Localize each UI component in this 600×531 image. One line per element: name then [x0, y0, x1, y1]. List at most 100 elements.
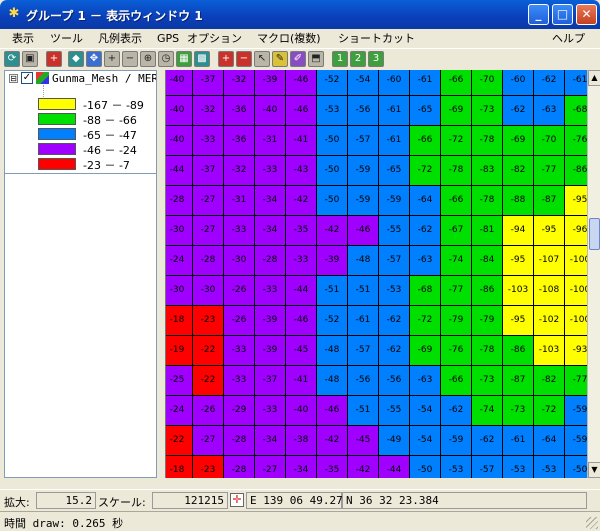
mesh-cell[interactable]: -32 [224, 70, 255, 96]
mesh-cell[interactable]: -66 [410, 126, 441, 156]
mesh-cell[interactable]: -53 [379, 276, 410, 306]
mesh-cell[interactable]: -59 [379, 186, 410, 216]
mesh-cell[interactable]: -73 [472, 96, 503, 126]
frame-icon[interactable]: ▣ [22, 51, 38, 67]
scroll-up-icon[interactable]: ▲ [588, 70, 600, 86]
zoom-full-icon[interactable]: ⊕ [140, 51, 156, 67]
mesh-cell[interactable]: -22 [166, 426, 193, 456]
mesh-cell[interactable]: -59 [565, 426, 587, 456]
menu-options[interactable]: オプション [187, 31, 242, 47]
mesh-cell[interactable]: -79 [441, 306, 472, 336]
mesh-cell[interactable]: -33 [255, 156, 286, 186]
mesh-cell[interactable]: -19 [166, 336, 193, 366]
mesh-cell[interactable]: -95 [565, 186, 587, 216]
mesh-cell[interactable]: -34 [255, 216, 286, 246]
mesh-cell[interactable]: -62 [441, 396, 472, 426]
minimize-button[interactable]: _ [528, 4, 549, 25]
mesh-cell[interactable]: -72 [410, 306, 441, 336]
mesh-cell[interactable]: -33 [224, 336, 255, 366]
mesh-cell[interactable]: -32 [193, 96, 224, 126]
macro-2-icon[interactable]: 2 [350, 51, 366, 67]
mesh-cell[interactable]: -50 [565, 456, 587, 478]
mesh-cell[interactable]: -35 [317, 456, 348, 478]
mesh-cell[interactable]: -95 [503, 306, 534, 336]
mesh-cell[interactable]: -82 [534, 366, 565, 396]
mesh-cell[interactable]: -107 [534, 246, 565, 276]
mesh-cell[interactable]: -70 [534, 126, 565, 156]
mesh-cell[interactable]: -44 [286, 276, 317, 306]
mesh-cell[interactable]: -73 [472, 366, 503, 396]
mesh-cell[interactable]: -65 [410, 96, 441, 126]
map-view[interactable]: -40 -37 -32 -39 -46 -52 -54 -60 -61 -66 -70 -60 -62-… [165, 70, 587, 478]
scale-value[interactable]: 121215 [152, 492, 228, 509]
refresh-icon[interactable]: ⟳ [4, 51, 20, 67]
mesh-cell[interactable]: -42 [317, 216, 348, 246]
vertical-scrollbar[interactable]: ▲ ▼ [587, 70, 600, 478]
mesh-cell[interactable]: -34 [255, 426, 286, 456]
mesh-cell[interactable]: -30 [224, 246, 255, 276]
mesh-cell[interactable]: -50 [317, 126, 348, 156]
menu-gps[interactable]: GPS [157, 31, 179, 47]
mesh-cell[interactable]: -40 [255, 96, 286, 126]
menu-view[interactable]: 表示 [12, 31, 34, 47]
mesh-cell[interactable]: -53 [441, 456, 472, 478]
mesh-cell[interactable]: -40 [166, 126, 193, 156]
mesh-cell[interactable]: -62 [379, 306, 410, 336]
macro-1-icon[interactable]: 1 [332, 51, 348, 67]
mesh-cell[interactable]: -61 [379, 96, 410, 126]
mesh-cell[interactable]: -77 [534, 156, 565, 186]
menu-tools[interactable]: ツール [50, 31, 83, 47]
mesh-cell[interactable]: -76 [441, 336, 472, 366]
mesh-cell[interactable]: -66 [441, 70, 472, 96]
mesh-cell[interactable]: -66 [441, 186, 472, 216]
mesh-cell[interactable]: -63 [410, 246, 441, 276]
mesh-cell[interactable]: -35 [286, 216, 317, 246]
mesh-cell[interactable]: -78 [472, 126, 503, 156]
mesh-cell[interactable]: -60 [379, 70, 410, 96]
mesh-cell[interactable]: -39 [255, 336, 286, 366]
mesh-cell[interactable]: -55 [379, 396, 410, 426]
mesh-cell[interactable]: -59 [348, 186, 379, 216]
mesh-cell[interactable]: -87 [503, 366, 534, 396]
mesh-cell[interactable]: -96 [565, 216, 587, 246]
mesh-cell[interactable]: -32 [224, 156, 255, 186]
maximize-button[interactable]: □ [552, 4, 573, 25]
mesh-cell[interactable]: -59 [565, 396, 587, 426]
mesh-cell[interactable]: -64 [410, 186, 441, 216]
mesh-cell[interactable]: -26 [224, 276, 255, 306]
layer-visibility-checkbox[interactable]: ✓ [21, 72, 33, 84]
mesh-cell[interactable]: -60 [503, 70, 534, 96]
mesh-cell[interactable]: -95 [503, 246, 534, 276]
mesh-cell[interactable]: -44 [166, 156, 193, 186]
mesh-cell[interactable]: -48 [348, 246, 379, 276]
mesh-cell[interactable]: -57 [348, 126, 379, 156]
mesh-cell[interactable]: -78 [472, 186, 503, 216]
mesh-cell[interactable]: -28 [193, 246, 224, 276]
mesh-cell[interactable]: -23 [193, 306, 224, 336]
mesh-cell[interactable]: -46 [348, 216, 379, 246]
mesh-cell[interactable]: -65 [379, 156, 410, 186]
mesh-cell[interactable]: -27 [255, 456, 286, 478]
mesh-cell[interactable]: -28 [166, 186, 193, 216]
mesh-cell[interactable]: -51 [317, 276, 348, 306]
mesh-cell[interactable]: -44 [379, 456, 410, 478]
layer-name[interactable]: Gunma_Mesh / MERGE [52, 72, 156, 85]
panel-splitter[interactable] [157, 70, 165, 478]
zoom-in-red-icon[interactable]: + [218, 51, 234, 67]
mesh-cell[interactable]: -26 [224, 306, 255, 336]
mesh-cell[interactable]: -46 [286, 306, 317, 336]
mesh-cell[interactable]: -103 [503, 276, 534, 306]
mesh-cell[interactable]: -72 [441, 126, 472, 156]
mesh-cell[interactable]: -88 [503, 186, 534, 216]
mesh-cell[interactable]: -100 [565, 276, 587, 306]
mesh-cell[interactable]: -94 [503, 216, 534, 246]
mesh-cell[interactable]: -50 [317, 186, 348, 216]
mesh-cell[interactable]: -23 [193, 456, 224, 478]
mesh-cell[interactable]: -103 [534, 336, 565, 366]
edit-icon[interactable]: ✐ [290, 51, 306, 67]
mesh-cell[interactable]: -76 [565, 126, 587, 156]
mesh-cell[interactable]: -72 [410, 156, 441, 186]
mesh-cell[interactable]: -31 [224, 186, 255, 216]
tree-expander-icon[interactable]: ⊟ [9, 74, 18, 83]
pan-icon[interactable]: ✥ [86, 51, 102, 67]
